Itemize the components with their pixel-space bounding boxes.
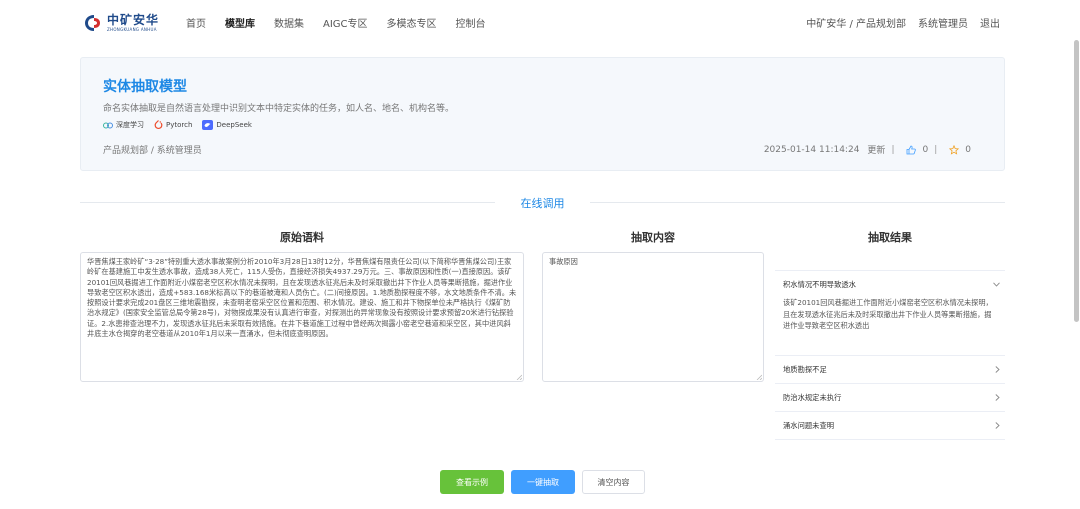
tag-deep-learning[interactable]: 深度学习 — [103, 120, 144, 130]
model-description: 命名实体抽取是自然语言处理中识别文本中特定实体的任务，如人名、地名、机构名等。 — [103, 104, 455, 114]
online-invoke-section: 在线调用 — [80, 195, 1005, 211]
nav-datasets[interactable]: 数据集 — [274, 15, 304, 30]
star-icon[interactable] — [949, 144, 960, 155]
nav-aigc[interactable]: AIGC专区 — [323, 15, 368, 30]
pytorch-icon — [154, 120, 163, 130]
result-item-title: 地质勘探不足 — [783, 365, 827, 374]
org-breadcrumb[interactable]: 中矿安华 / 产品规划部 — [806, 15, 906, 30]
tag-pytorch[interactable]: Pytorch — [154, 120, 192, 130]
tag-deepseek[interactable]: DeepSeek — [202, 120, 252, 130]
divider: | — [891, 144, 895, 155]
chevron-right-icon — [995, 394, 1000, 401]
logout-link[interactable]: 退出 — [980, 15, 1000, 30]
divider-line — [590, 202, 1005, 203]
brand-name: 中矿安华 — [107, 13, 160, 27]
result-item-content: 该矿20101回风巷掘进工作面附近小煤窑老空区积水情况未探明，且在发现透水征兆后… — [783, 298, 993, 330]
result-item[interactable]: 涌水问题未查明 — [775, 412, 1005, 440]
model-owner: 产品规划部 / 系统管理员 — [103, 146, 202, 156]
updated-time: 2025-01-14 11:14:24 — [763, 144, 860, 155]
nav-multimodal[interactable]: 多模态专区 — [387, 15, 437, 30]
top-nav: 中矿安华 ZHONGKUANG ANHUA 首页 模型库 数据集 AIGC专区 … — [0, 0, 1080, 44]
chevron-down-icon — [993, 282, 1000, 287]
deep-learning-icon — [103, 122, 113, 128]
like-icon[interactable] — [906, 145, 917, 155]
result-item-title: 防治水规定未执行 — [783, 393, 842, 402]
page-scrollbar[interactable] — [1074, 40, 1079, 322]
view-example-button[interactable]: 查看示例 — [440, 470, 504, 494]
result-item[interactable]: 积水情况不明导致透水 该矿20101回风巷掘进工作面附近小煤窑老空区积水情况未探… — [775, 270, 1005, 356]
user-menu: 中矿安华 / 产品规划部 系统管理员 退出 — [794, 15, 1000, 30]
nav-console[interactable]: 控制台 — [456, 15, 486, 30]
result-item-title: 积水情况不明导致透水 — [783, 280, 856, 289]
result-item-title: 涌水问题未查明 — [783, 421, 835, 430]
clear-button[interactable]: 清空内容 — [582, 470, 645, 494]
section-title: 在线调用 — [520, 197, 565, 210]
extract-text: 事故原因 — [549, 257, 578, 266]
deepseek-icon — [202, 120, 214, 130]
resize-handle-icon[interactable] — [516, 374, 522, 380]
updated-label: 更新 — [867, 146, 886, 156]
source-text-input[interactable]: 华晋焦煤王家岭矿“3·28”特别重大透水事故案例分析2010年3月28日13时1… — [80, 252, 524, 382]
tag-label: Pytorch — [166, 121, 193, 129]
divider: | — [934, 144, 938, 155]
main-nav: 首页 模型库 数据集 AIGC专区 多模态专区 控制台 — [186, 15, 505, 30]
extract-button[interactable]: 一键抽取 — [511, 470, 575, 494]
model-title: 实体抽取模型 — [103, 79, 187, 95]
model-tags: 深度学习 Pytorch DeepSeek — [103, 120, 262, 130]
source-text: 华晋焦煤王家岭矿“3·28”特别重大透水事故案例分析2010年3月28日13时1… — [87, 257, 517, 339]
brand-logo[interactable]: 中矿安华 ZHONGKUANG ANHUA — [84, 12, 159, 34]
brand-subtitle: ZHONGKUANG ANHUA — [107, 27, 157, 32]
result-item[interactable]: 防治水规定未执行 — [775, 384, 1005, 412]
model-header-card: 实体抽取模型 命名实体抽取是自然语言处理中识别文本中特定实体的任务，如人名、地名… — [80, 57, 1005, 171]
tag-label: 深度学习 — [116, 121, 144, 129]
result-item[interactable]: 地质勘探不足 — [775, 356, 1005, 384]
logo-icon — [85, 15, 100, 31]
like-count: 0 — [922, 144, 929, 155]
star-count: 0 — [965, 144, 971, 155]
nav-home[interactable]: 首页 — [186, 15, 206, 30]
result-title: 抽取结果 — [868, 231, 912, 244]
tag-label: DeepSeek — [216, 121, 252, 129]
chevron-right-icon — [995, 366, 1000, 373]
resize-handle-icon[interactable] — [756, 374, 762, 380]
extract-title: 抽取内容 — [631, 231, 675, 244]
user-name[interactable]: 系统管理员 — [918, 15, 968, 30]
model-stats: 2025-01-14 11:14:24 更新 | 0 | 0 — [764, 143, 971, 156]
nav-model-library[interactable]: 模型库 — [225, 15, 255, 30]
extract-content-input[interactable]: 事故原因 — [542, 252, 764, 382]
source-title: 原始语料 — [280, 231, 324, 244]
chevron-right-icon — [995, 422, 1000, 429]
